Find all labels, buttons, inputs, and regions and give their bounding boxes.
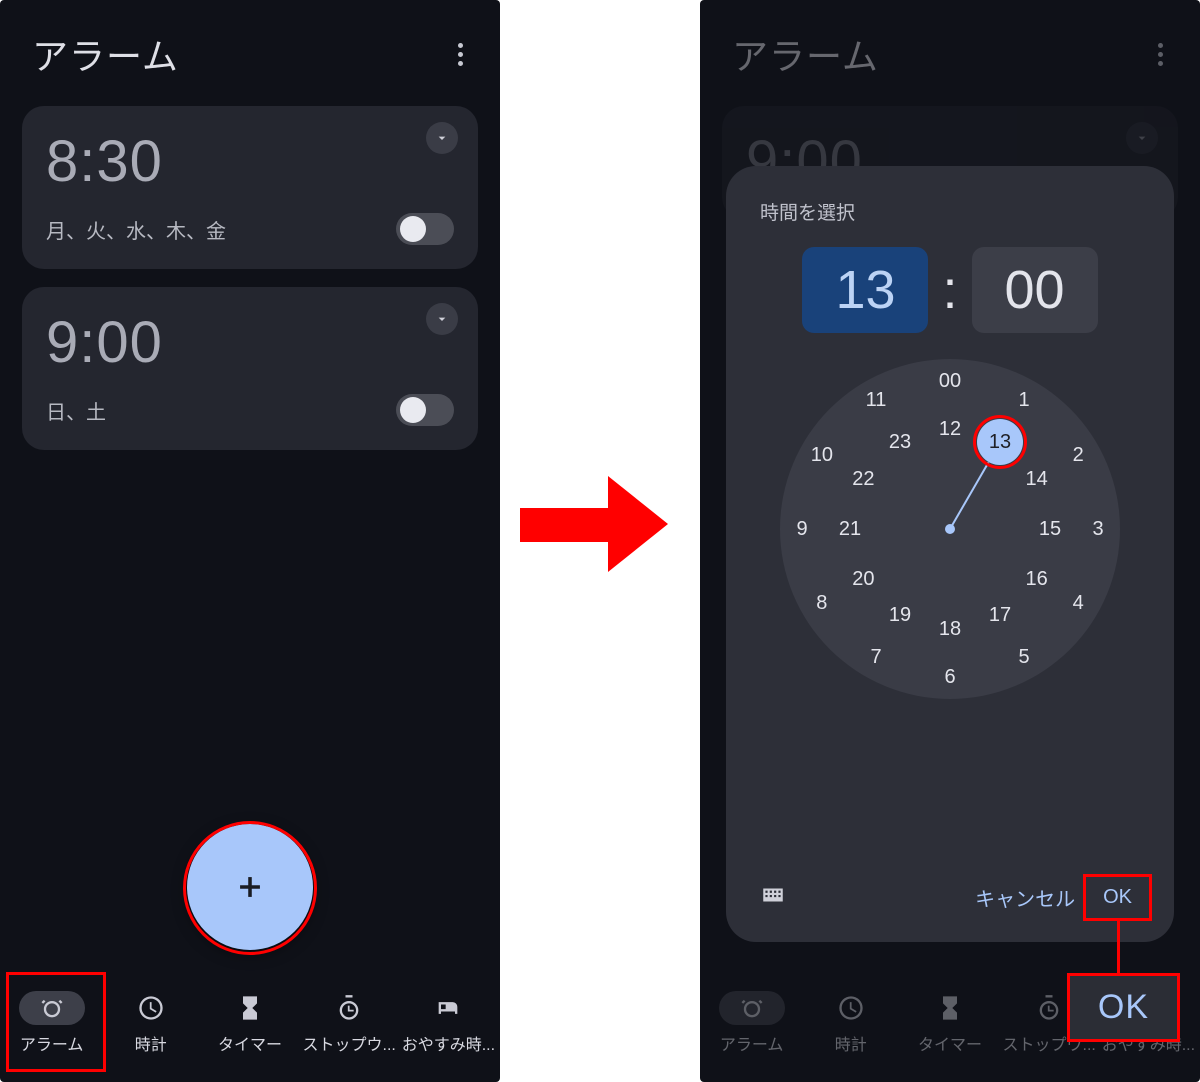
more-icon[interactable] <box>1148 42 1172 66</box>
time-picker-dialog: 時間を選択 13 : 00 13 00123456789101112141516… <box>726 166 1174 942</box>
clock-hour[interactable]: 2 <box>1061 438 1095 472</box>
time-colon: : <box>942 259 957 321</box>
more-icon[interactable] <box>448 42 472 66</box>
clock-hour[interactable]: 3 <box>1081 512 1115 546</box>
annotation-line <box>1117 921 1120 973</box>
alarm-days: 日、土 <box>46 396 106 425</box>
clock-hour[interactable]: 9 <box>785 512 819 546</box>
clock-icon <box>818 991 884 1025</box>
clock-hour[interactable]: 11 <box>859 384 893 418</box>
clock-hour[interactable]: 12 <box>933 412 967 446</box>
app-header: アラーム <box>0 0 500 106</box>
nav-stopwatch[interactable]: ストップウ... <box>300 974 399 1072</box>
phone-left: アラーム 8:30 月、火、水、木、金 9:00 日、土 アラーム <box>0 0 500 1082</box>
alarm-toggle[interactable] <box>396 213 454 245</box>
nav-label: おやすみ時... <box>402 1031 495 1055</box>
clock-hour[interactable]: 14 <box>1020 462 1054 496</box>
minute-box[interactable]: 00 <box>972 247 1098 333</box>
clock-hour[interactable]: 15 <box>1033 512 1067 546</box>
page-title: アラーム <box>32 28 179 80</box>
dialog-title: 時間を選択 <box>760 198 1146 225</box>
keyboard-icon[interactable] <box>760 882 786 914</box>
phone-right: アラーム 9:00 時間を選択 13 : 00 13 0012345678910… <box>700 0 1200 1082</box>
clock-icon <box>118 991 184 1025</box>
stopwatch-icon <box>316 991 382 1025</box>
clock-hour[interactable]: 18 <box>933 612 967 646</box>
nav-label: タイマー <box>918 1031 982 1055</box>
clock-face[interactable]: 13 0012345678910111214151617181920212223 <box>780 359 1120 699</box>
clock-hour[interactable]: 19 <box>883 599 917 633</box>
clock-hour[interactable]: 1 <box>1007 384 1041 418</box>
alarm-days: 月、火、水、木、金 <box>46 215 226 244</box>
chevron-down-icon <box>1126 122 1158 154</box>
nav-label: アラーム <box>720 1031 784 1055</box>
nav-label: タイマー <box>218 1031 282 1055</box>
alarm-icon <box>719 991 785 1025</box>
nav-bedtime[interactable]: おやすみ時... <box>399 974 498 1072</box>
clock-hour[interactable]: 8 <box>805 586 839 620</box>
bed-icon <box>415 991 481 1025</box>
hourglass-icon <box>917 991 983 1025</box>
chevron-down-icon[interactable] <box>426 122 458 154</box>
alarm-card[interactable]: 9:00 日、土 <box>22 287 478 450</box>
nav-clock[interactable]: 時計 <box>101 974 200 1072</box>
clock-hour[interactable]: 7 <box>859 640 893 674</box>
clock-hour[interactable]: 00 <box>933 364 967 398</box>
clock-hour[interactable]: 16 <box>1020 562 1054 596</box>
clock-hour[interactable]: 10 <box>805 438 839 472</box>
nav-label: 時計 <box>835 1031 867 1055</box>
nav-clock[interactable]: 時計 <box>801 974 900 1072</box>
arrow-icon <box>520 480 680 570</box>
annotation-circle-fab <box>183 821 317 955</box>
hour-box[interactable]: 13 <box>802 247 928 333</box>
annotation-circle-13 <box>973 415 1027 469</box>
nav-alarm[interactable]: アラーム <box>702 974 801 1072</box>
clock-hour[interactable]: 22 <box>846 462 880 496</box>
alarm-card[interactable]: 8:30 月、火、水、木、金 <box>22 106 478 269</box>
clock-hour[interactable]: 20 <box>846 562 880 596</box>
clock-hour[interactable]: 21 <box>833 512 867 546</box>
chevron-down-icon[interactable] <box>426 303 458 335</box>
cancel-button[interactable]: キャンセル <box>961 875 1089 920</box>
clock-hour[interactable]: 6 <box>933 660 967 694</box>
clock-hour[interactable]: 17 <box>983 599 1017 633</box>
clock-hour[interactable]: 4 <box>1061 586 1095 620</box>
app-header: アラーム <box>700 0 1200 106</box>
hourglass-icon <box>217 991 283 1025</box>
alarm-time: 9:00 <box>46 309 454 376</box>
annotation-box-nav <box>6 972 106 1072</box>
nav-label: 時計 <box>135 1031 167 1055</box>
nav-label: ストップウ... <box>303 1031 396 1055</box>
page-title: アラーム <box>732 28 879 80</box>
annotation-big-ok: OK <box>1067 973 1180 1042</box>
nav-timer[interactable]: タイマー <box>200 974 299 1072</box>
annotation-box-ok <box>1083 874 1152 921</box>
clock-hour[interactable]: 23 <box>883 425 917 459</box>
time-input-row: 13 : 00 <box>754 247 1146 333</box>
alarm-toggle[interactable] <box>396 394 454 426</box>
alarm-time: 8:30 <box>46 128 454 195</box>
nav-timer[interactable]: タイマー <box>900 974 999 1072</box>
clock-hour[interactable]: 5 <box>1007 640 1041 674</box>
